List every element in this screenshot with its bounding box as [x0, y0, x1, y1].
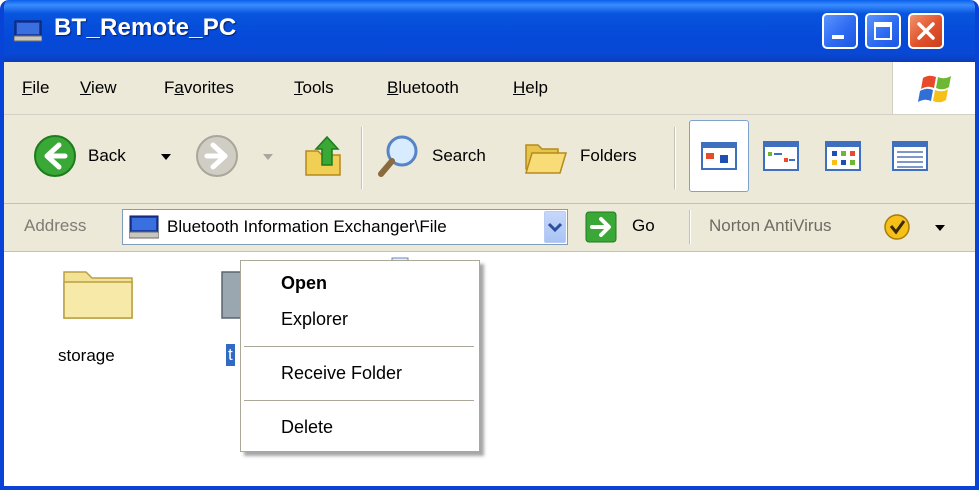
menu-file-accel: F [22, 78, 33, 97]
chevron-down-icon [547, 222, 563, 233]
address-bar: Address Bluetooth Information Exchanger\… [4, 204, 975, 252]
toolbar-separator [361, 127, 363, 189]
search-button[interactable]: Search [376, 131, 506, 181]
norton-antivirus-label: Norton AntiVirus [709, 216, 832, 235]
maximize-button[interactable] [865, 13, 901, 49]
tiles-view-icon [763, 141, 799, 171]
windows-logo [892, 62, 975, 114]
folder-label: storage [58, 346, 115, 365]
address-dropdown-button[interactable] [544, 211, 566, 243]
folders-icon [524, 144, 568, 174]
menu-bluetooth-accel: B [387, 78, 399, 97]
menu-view-accel: V [80, 78, 92, 97]
context-menu-receive-folder[interactable]: Receive Folder [281, 363, 402, 384]
context-menu-explorer[interactable]: Explorer [281, 309, 348, 330]
go-arrow-icon [585, 211, 617, 243]
forward-arrow-icon [196, 135, 238, 177]
explorer-window: BT_Remote_PC File View Favorites Tools B… [0, 0, 979, 490]
menu-bluetooth[interactable]: Bluetooth [387, 78, 459, 98]
up-folder-icon [305, 135, 341, 176]
back-button[interactable]: Back [32, 133, 182, 181]
toolbar-separator [689, 210, 691, 244]
folder-label-selected: t [226, 344, 235, 366]
context-menu-delete[interactable]: Delete [281, 417, 333, 438]
norton-icon [884, 214, 910, 240]
menu-bar: File View Favorites Tools Bluetooth Help [4, 62, 975, 115]
search-label: Search [432, 146, 486, 165]
tiles-view-button[interactable] [760, 135, 802, 177]
computer-icon [14, 20, 42, 42]
menu-separator [244, 400, 474, 401]
search-icon [378, 135, 418, 177]
back-label: Back [88, 146, 126, 165]
close-button[interactable] [908, 13, 944, 49]
thumbnails-view-button[interactable] [689, 120, 749, 192]
folder-item-storage[interactable]: storage [44, 260, 154, 370]
maximize-icon [874, 22, 892, 40]
menu-favorites-accel: a [174, 78, 184, 97]
details-view-button[interactable] [889, 135, 931, 177]
toolbar-separator [674, 127, 676, 189]
menu-separator [244, 346, 474, 347]
minimize-icon [832, 35, 844, 39]
computer-icon [129, 215, 159, 239]
menu-tools-accel: T [294, 78, 303, 97]
address-label: Address [24, 216, 87, 235]
context-menu-open[interactable]: Open [281, 273, 327, 294]
forward-button[interactable] [194, 133, 274, 181]
menu-help-accel: H [513, 78, 526, 97]
up-folder-button[interactable] [300, 131, 348, 181]
folders-label: Folders [580, 146, 637, 165]
menu-file[interactable]: File [22, 78, 49, 98]
details-view-icon [892, 141, 928, 171]
norton-dropdown-icon [935, 225, 945, 231]
menu-view[interactable]: View [80, 78, 117, 98]
window-title: BT_Remote_PC [54, 14, 237, 41]
icons-view-button[interactable] [822, 135, 864, 177]
minimize-button[interactable] [822, 13, 858, 49]
folder-icon [63, 271, 133, 319]
folders-button[interactable]: Folders [522, 131, 662, 181]
norton-button[interactable] [882, 210, 952, 244]
menu-help[interactable]: Help [513, 78, 548, 98]
back-dropdown-icon [161, 154, 171, 160]
back-arrow-icon [34, 135, 76, 177]
icons-view-icon [825, 141, 861, 171]
menu-file-rest: ile [32, 78, 50, 97]
context-menu: Open Explorer Receive Folder Delete [240, 260, 480, 452]
standard-toolbar: Back Search Folders [4, 115, 975, 204]
file-list-pane[interactable]: storage t [4, 252, 975, 486]
address-input[interactable]: Bluetooth Information Exchanger\File [122, 209, 568, 245]
windows-flag-icon [918, 75, 951, 103]
menu-favorites[interactable]: Favorites [164, 78, 234, 98]
forward-dropdown-icon [263, 154, 273, 160]
title-bar[interactable]: BT_Remote_PC [4, 0, 975, 62]
thumbnails-view-icon [701, 142, 737, 170]
menu-tools[interactable]: Tools [294, 78, 334, 98]
close-icon [917, 22, 935, 40]
go-label: Go [632, 216, 655, 235]
address-value: Bluetooth Information Exchanger\File [167, 217, 447, 236]
